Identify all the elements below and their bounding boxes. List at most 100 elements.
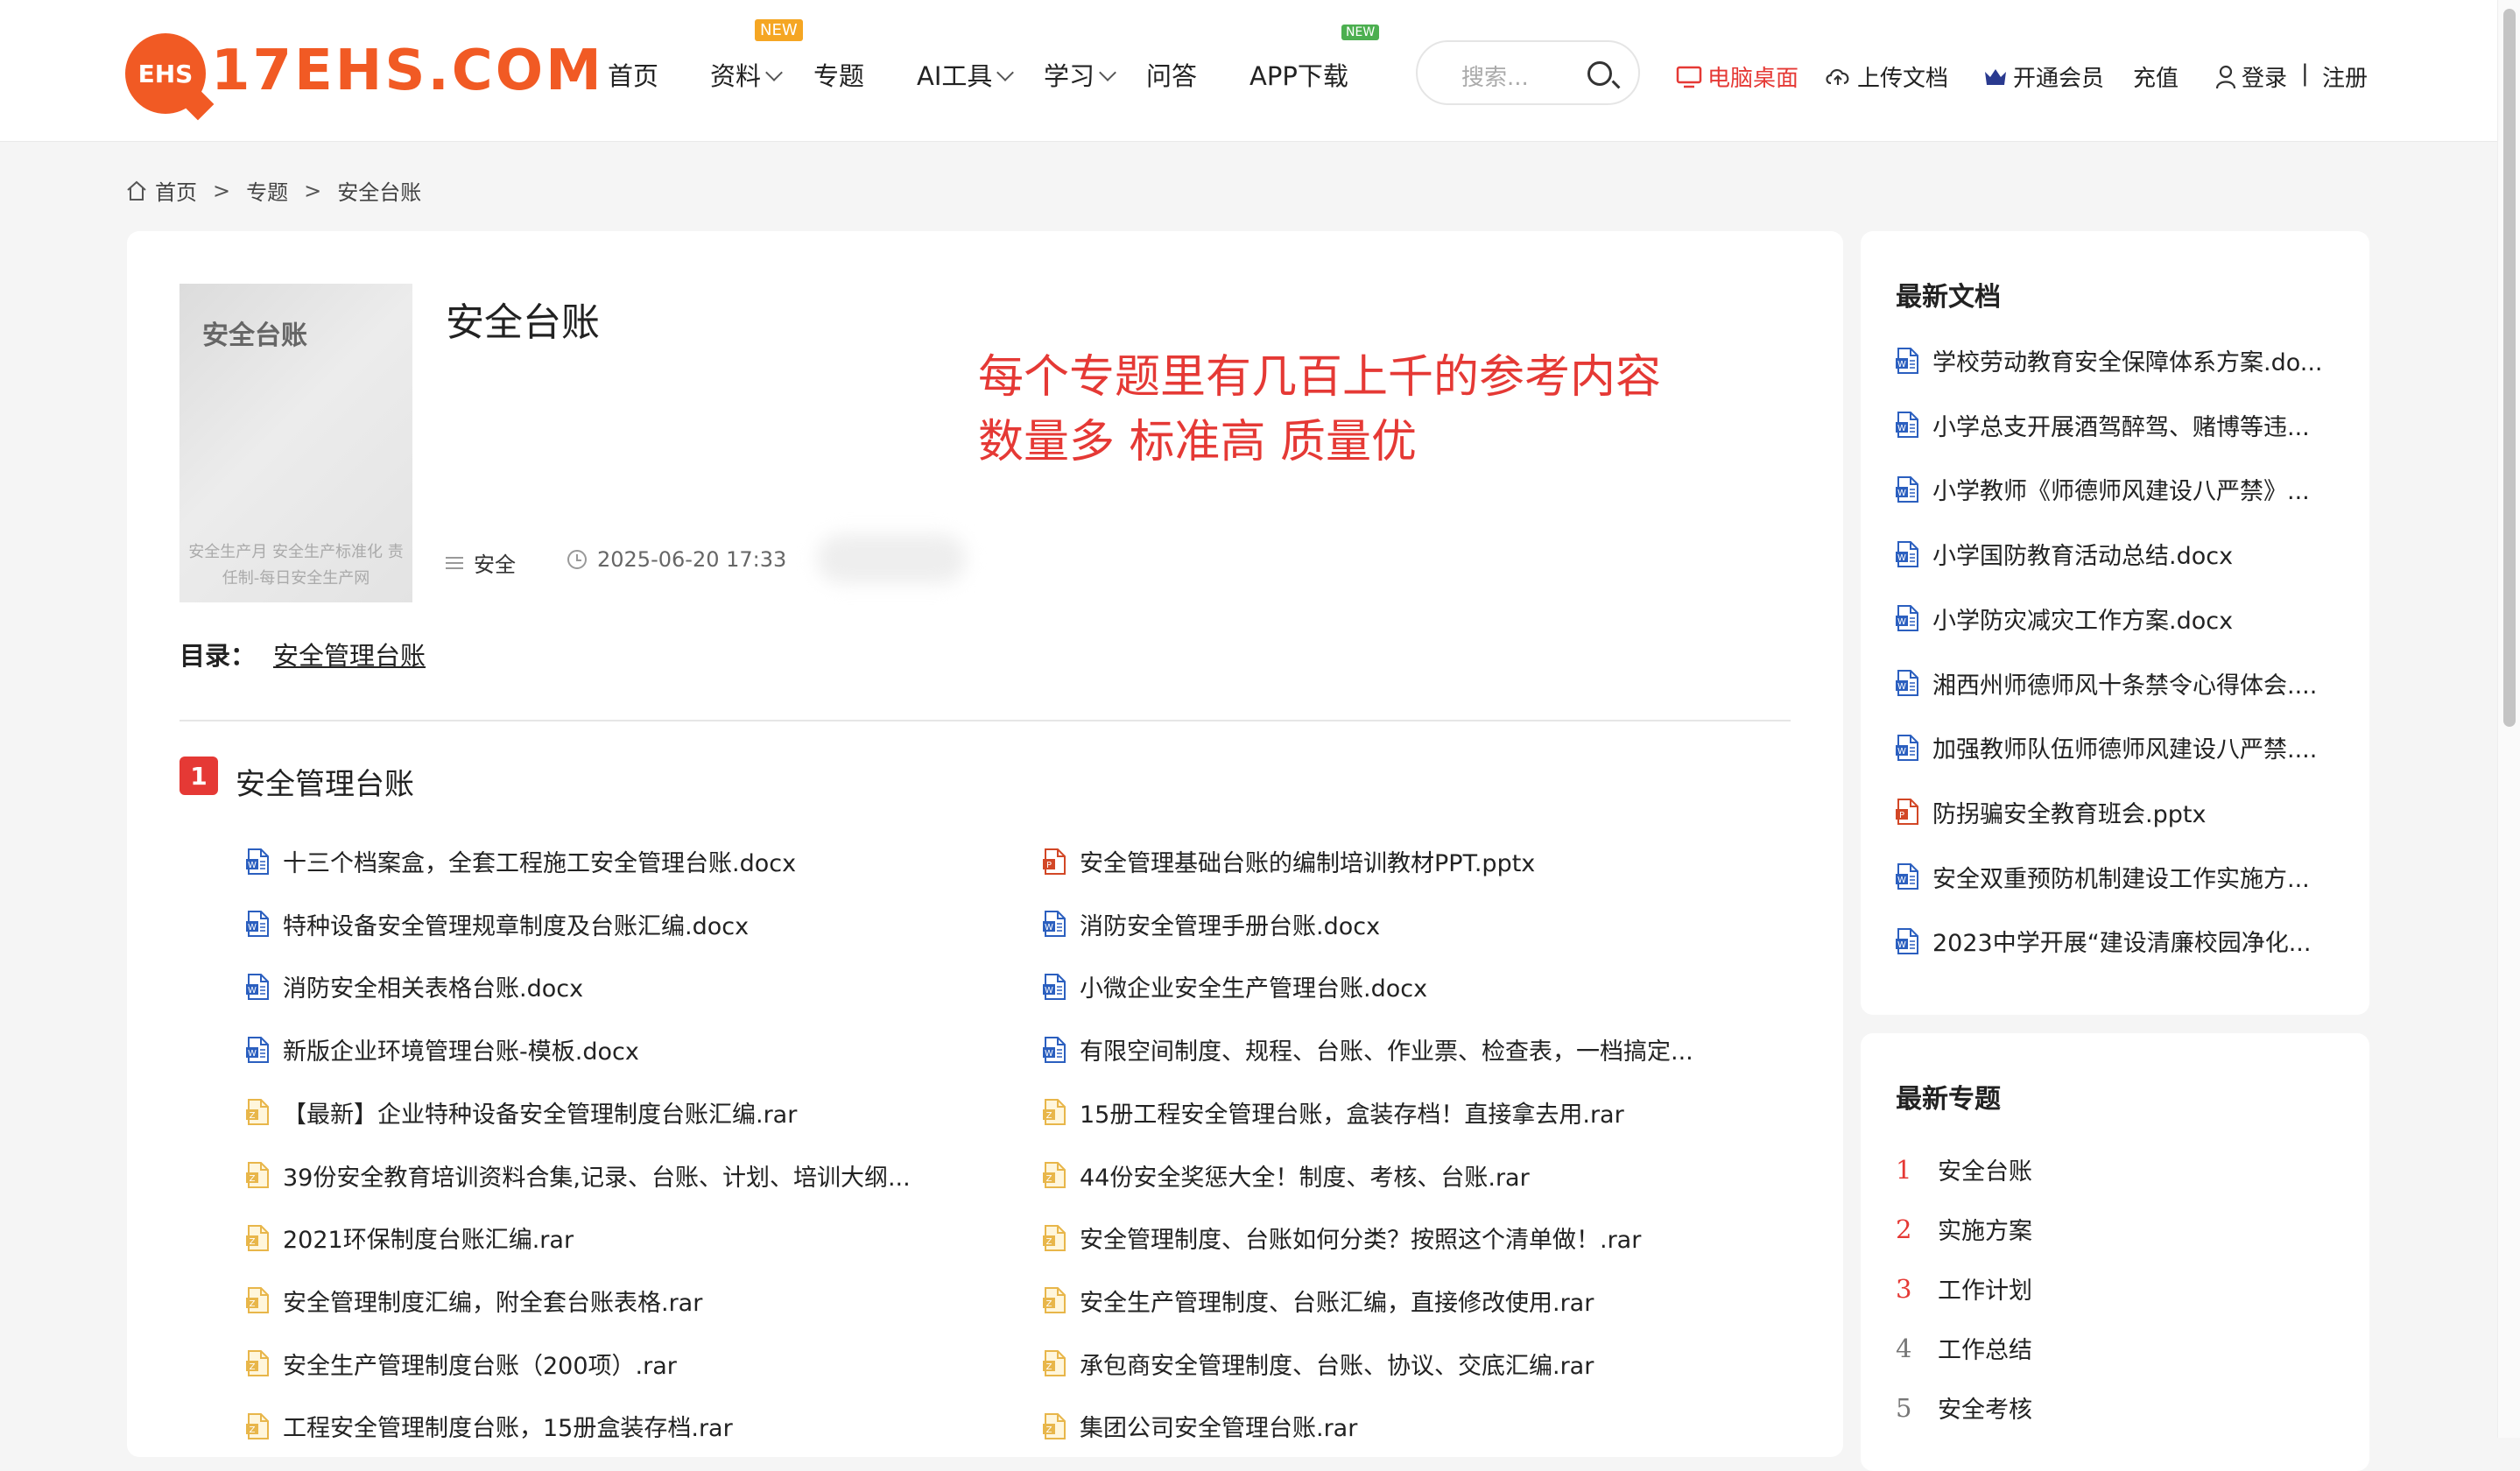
file-link[interactable]: W 消防安全管理手册台账.docx bbox=[1043, 907, 1380, 941]
promo-line-1: 每个专题里有几百上千的参考内容 bbox=[978, 351, 1662, 404]
word-file-icon: W bbox=[1896, 927, 1918, 954]
file-link[interactable]: W 新版企业环境管理台账-模板.docx bbox=[246, 1032, 639, 1066]
topic-rank: 3 bbox=[1896, 1273, 1912, 1304]
file-link[interactable]: Z 集团公司安全管理台账.rar bbox=[1043, 1409, 1357, 1443]
latest-doc-link[interactable]: W 学校劳动教育安全保障体系方案.do... bbox=[1896, 343, 2323, 377]
archive-file-icon: Z bbox=[1043, 1287, 1066, 1314]
topic-name: 工作计划 bbox=[1938, 1277, 2032, 1305]
latest-topic-link[interactable]: 4 工作总结 bbox=[1896, 1331, 2032, 1365]
topic-card: 安全台账 安全生产月 安全生产标准化 责任制-每日安全生产网 安全台账 每个专题… bbox=[127, 231, 1843, 1457]
latest-topic-link[interactable]: 1 安全台账 bbox=[1896, 1152, 2032, 1186]
latest-doc-link[interactable]: W 安全双重预防机制建设工作实施方... bbox=[1896, 860, 2310, 894]
svg-text:W: W bbox=[1897, 876, 1906, 885]
word-file-icon: W bbox=[1896, 475, 1918, 503]
crown-icon bbox=[1985, 68, 2006, 85]
latest-topic-link[interactable]: 2 实施方案 bbox=[1896, 1212, 2032, 1246]
latest-doc-link[interactable]: W 2023中学开展“建设清廉校园净化... bbox=[1896, 924, 2311, 958]
file-link[interactable]: W 小微企业安全生产管理台账.docx bbox=[1043, 969, 1427, 1003]
file-link[interactable]: Z 工程安全管理制度台账，15册盒装存档.rar bbox=[246, 1409, 733, 1443]
nav-resources[interactable]: 资料 bbox=[710, 56, 783, 91]
desktop-link[interactable]: 电脑桌面 bbox=[1676, 60, 1798, 93]
topic-rank: 1 bbox=[1896, 1154, 1912, 1185]
word-file-icon: W bbox=[246, 848, 269, 875]
archive-file-icon: Z bbox=[1043, 1350, 1066, 1377]
file-name: 消防安全相关表格台账.docx bbox=[283, 975, 584, 1003]
latest-doc-link[interactable]: W 小学国防教育活动总结.docx bbox=[1896, 537, 2233, 571]
file-link[interactable]: Z 安全生产管理制度台账（200项）.rar bbox=[246, 1347, 677, 1381]
upload-link[interactable]: 上传文档 bbox=[1824, 60, 1948, 93]
latest-topics-panel: 最新专题 1 安全台账 2 实施方案 3 工作计划 4 工作总结 5 安全考核 bbox=[1861, 1033, 2369, 1471]
svg-text:Z: Z bbox=[250, 1111, 256, 1121]
scrollbar-thumb[interactable] bbox=[2503, 9, 2516, 727]
file-link[interactable]: Z 【最新】企业特种设备安全管理制度台账汇编.rar bbox=[246, 1095, 797, 1130]
latest-doc-link[interactable]: W 小学教师《师德师风建设八严禁》... bbox=[1896, 472, 2310, 506]
file-link[interactable]: Z 承包商安全管理制度、台账、协议、交底汇编.rar bbox=[1043, 1347, 1594, 1381]
svg-text:W: W bbox=[248, 986, 257, 996]
file-link[interactable]: Z 2021环保制度台账汇编.rar bbox=[246, 1221, 574, 1255]
breadcrumb-home[interactable]: 首页 bbox=[155, 175, 197, 206]
page-scrollbar[interactable] bbox=[2497, 0, 2520, 1438]
file-link[interactable]: Z 安全管理制度汇编，附全套台账表格.rar bbox=[246, 1284, 702, 1318]
file-link[interactable]: W 特种设备安全管理规章制度及台账汇编.docx bbox=[246, 907, 749, 941]
register-link[interactable]: 注册 bbox=[2322, 60, 2368, 93]
file-link[interactable]: P 安全管理基础台账的编制培训教材PPT.pptx bbox=[1043, 844, 1535, 878]
breadcrumb: 首页 > 专题 > 安全台账 bbox=[125, 175, 421, 206]
vip-link[interactable]: 开通会员 bbox=[1983, 60, 2104, 93]
file-name: 集团公司安全管理台账.rar bbox=[1080, 1415, 1358, 1443]
svg-text:W: W bbox=[1045, 923, 1053, 933]
file-name: 44份安全奖惩大全！制度、考核、台账.rar bbox=[1080, 1164, 1530, 1192]
svg-text:Z: Z bbox=[1046, 1237, 1052, 1247]
file-link[interactable]: Z 15册工程安全管理台账，盒装存档！直接拿去用.rar bbox=[1043, 1095, 1624, 1130]
svg-text:W: W bbox=[1045, 986, 1053, 996]
file-link[interactable]: Z 44份安全奖惩大全！制度、考核、台账.rar bbox=[1043, 1158, 1530, 1193]
file-link[interactable]: Z 安全生产管理制度、台账汇编，直接修改使用.rar bbox=[1043, 1284, 1594, 1318]
word-file-icon: W bbox=[1043, 973, 1066, 1000]
nav-home[interactable]: 首页 bbox=[608, 56, 658, 91]
nav-ai-tools[interactable]: AI工具 bbox=[917, 56, 1015, 91]
user-icon bbox=[2215, 65, 2236, 88]
file-link[interactable]: Z 安全管理制度、台账如何分类？按照这个清单做！.rar bbox=[1043, 1221, 1641, 1255]
svg-text:Z: Z bbox=[250, 1425, 256, 1435]
svg-text:W: W bbox=[248, 1049, 257, 1059]
new-badge: NEW bbox=[755, 19, 803, 41]
file-link[interactable]: W 消防安全相关表格台账.docx bbox=[246, 969, 583, 1003]
word-file-icon: W bbox=[1043, 911, 1066, 938]
login-link[interactable]: 登录 bbox=[2215, 60, 2287, 93]
file-name: 2021环保制度台账汇编.rar bbox=[283, 1227, 574, 1255]
latest-doc-link[interactable]: W 湘西州师德师风十条禁令心得体会.... bbox=[1896, 666, 2317, 700]
file-link[interactable]: Z 39份安全教育培训资料合集,记录、台账、计划、培训大纲... bbox=[246, 1158, 911, 1193]
search-input[interactable]: 搜索... bbox=[1461, 60, 1529, 92]
recharge-link[interactable]: 充值 bbox=[2133, 60, 2179, 93]
latest-doc-link[interactable]: P 防拐骗安全教育班会.pptx bbox=[1896, 795, 2206, 829]
search-icon[interactable] bbox=[1587, 61, 1612, 86]
file-name: 十三个档案盒，全套工程施工安全管理台账.docx bbox=[283, 850, 797, 877]
new-badge: NEW bbox=[1341, 25, 1380, 40]
file-link[interactable]: W 十三个档案盒，全套工程施工安全管理台账.docx bbox=[246, 844, 796, 878]
nav-qa[interactable]: 问答 bbox=[1146, 56, 1197, 91]
doc-name: 小学总支开展酒驾醉驾、赌博等违... bbox=[1932, 413, 2310, 441]
word-file-icon: W bbox=[1896, 347, 1918, 374]
archive-file-icon: Z bbox=[1043, 1412, 1066, 1439]
topic-category[interactable]: 安全 bbox=[446, 547, 516, 578]
doc-name: 湘西州师德师风十条禁令心得体会.... bbox=[1932, 672, 2318, 700]
svg-text:W: W bbox=[1897, 617, 1906, 627]
chevron-right-icon: > bbox=[304, 178, 322, 203]
file-link[interactable]: W 有限空间制度、规程、台账、作业票、检查表，一档搞定... bbox=[1043, 1032, 1693, 1066]
search-box[interactable]: 搜索... bbox=[1416, 40, 1640, 105]
nav-app-download[interactable]: APP下载 bbox=[1249, 56, 1348, 91]
latest-doc-link[interactable]: W 小学防灾减灾工作方案.docx bbox=[1896, 602, 2233, 636]
latest-topic-link[interactable]: 3 工作计划 bbox=[1896, 1271, 2032, 1306]
latest-topic-link[interactable]: 5 安全考核 bbox=[1896, 1390, 2032, 1425]
toc-link[interactable]: 安全管理台账 bbox=[273, 641, 426, 671]
word-file-icon: W bbox=[1896, 412, 1918, 439]
site-logo[interactable]: EHS 17EHS.COM bbox=[125, 33, 602, 114]
latest-doc-link[interactable]: W 小学总支开展酒驾醉驾、赌博等违... bbox=[1896, 408, 2310, 442]
svg-text:Z: Z bbox=[250, 1237, 256, 1247]
word-file-icon: W bbox=[246, 911, 269, 938]
doc-name: 2023中学开展“建设清廉校园净化... bbox=[1932, 930, 2312, 958]
latest-doc-link[interactable]: W 加强教师队伍师德师风建设八严禁.... bbox=[1896, 730, 2317, 764]
nav-topics[interactable]: 专题 bbox=[813, 56, 864, 91]
breadcrumb-topics[interactable]: 专题 bbox=[246, 175, 288, 206]
section-title: 安全管理台账 bbox=[236, 767, 414, 802]
nav-learn[interactable]: 学习 bbox=[1044, 56, 1116, 91]
